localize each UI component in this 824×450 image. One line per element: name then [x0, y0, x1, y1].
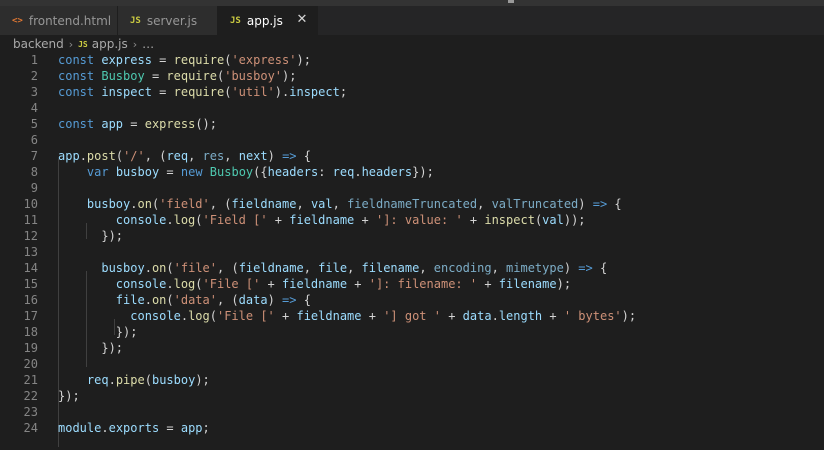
top-strip-notch: [508, 0, 514, 3]
breadcrumb-folder[interactable]: backend: [13, 37, 64, 51]
line-number: 21: [23, 373, 38, 387]
line-number: 16: [23, 293, 38, 307]
code-text[interactable]: });: [58, 340, 123, 356]
editor-tab-bar: <> frontend.html JS server.js JS app.js …: [0, 6, 824, 35]
line-number: 22: [23, 389, 38, 403]
code-line[interactable]: 7 app.post('/', (req, res, next) => {: [0, 148, 824, 164]
code-text[interactable]: file.on('data', (data) => {: [58, 292, 311, 308]
code-line[interactable]: 2 const Busboy = require('busboy');: [0, 68, 824, 84]
chevron-right-icon: ›: [68, 37, 74, 51]
line-number: 9: [30, 181, 38, 195]
code-text[interactable]: module.exports = app;: [58, 420, 210, 436]
code-text[interactable]: const express = require('express');: [58, 52, 311, 68]
code-line[interactable]: 11 console.log('Field [' + fieldname + '…: [0, 212, 824, 228]
code-line[interactable]: 24 module.exports = app;: [0, 420, 824, 436]
line-number: 5: [30, 117, 38, 131]
code-text[interactable]: var busboy = new Busboy({headers: req.he…: [58, 164, 434, 180]
js-file-icon: JS: [130, 15, 141, 26]
code-text[interactable]: busboy.on('field', (fieldname, val, fiel…: [58, 196, 622, 212]
breadcrumb-file[interactable]: app.js: [92, 37, 128, 51]
html-file-icon: <>: [12, 15, 23, 26]
code-editor-window: <> frontend.html JS server.js JS app.js …: [0, 0, 824, 450]
tab-label: server.js: [146, 13, 198, 28]
code-line[interactable]: 15 console.log('File [' + fieldname + ']…: [0, 276, 824, 292]
code-editor[interactable]: 1 const express = require('express'); 2 con…: [0, 52, 824, 450]
code-line[interactable]: 1 const express = require('express');: [0, 52, 824, 68]
tab-app-js[interactable]: JS app.js ✕: [218, 6, 318, 35]
code-line[interactable]: 3 const inspect = require('util').inspect…: [0, 84, 824, 100]
line-number: 17: [23, 309, 38, 323]
line-number: 23: [23, 405, 38, 419]
code-text[interactable]: console.log('File [' + fieldname + '] go…: [58, 308, 636, 324]
line-number: 8: [30, 165, 38, 179]
code-line[interactable]: 8 var busboy = new Busboy({headers: req.…: [0, 164, 824, 180]
code-line[interactable]: 22});: [0, 388, 824, 404]
breadcrumb: backend › JS app.js › …: [13, 36, 154, 52]
line-number: 13: [23, 245, 38, 259]
line-number: 1: [30, 53, 38, 67]
code-text[interactable]: console.log('File [' + fieldname + ']: f…: [58, 276, 571, 292]
code-text[interactable]: });: [58, 324, 138, 340]
line-number: 2: [30, 69, 38, 83]
js-file-icon: JS: [230, 15, 241, 26]
code-line[interactable]: 10 busboy.on('field', (fieldname, val, f…: [0, 196, 824, 212]
line-number: 10: [23, 197, 38, 211]
line-number: 6: [30, 133, 38, 147]
code-text[interactable]: app.post('/', (req, res, next) => {: [58, 148, 311, 164]
tab-frontend-html[interactable]: <> frontend.html: [0, 6, 118, 35]
code-line[interactable]: 12 });: [0, 228, 824, 244]
code-line[interactable]: 14 busboy.on('file', (fieldname, file, f…: [0, 260, 824, 276]
code-line[interactable]: 6: [0, 132, 824, 148]
code-line[interactable]: 19 });: [0, 340, 824, 356]
line-number: 7: [30, 149, 38, 163]
line-number: 18: [23, 325, 38, 339]
line-number: 20: [23, 357, 38, 371]
breadcrumb-symbol[interactable]: …: [142, 37, 154, 51]
close-icon[interactable]: ✕: [295, 13, 309, 27]
code-text[interactable]: busboy.on('file', (fieldname, file, file…: [58, 260, 607, 276]
line-number: 12: [23, 229, 38, 243]
tab-label: app.js: [246, 13, 283, 28]
code-text[interactable]: const Busboy = require('busboy');: [58, 68, 296, 84]
code-text[interactable]: console.log('Field [' + fieldname + ']: …: [58, 212, 586, 228]
line-number: 24: [23, 421, 38, 435]
code-line[interactable]: 20: [0, 356, 824, 372]
code-line[interactable]: 17 console.log('File [' + fieldname + ']…: [0, 308, 824, 324]
code-line[interactable]: 23: [0, 404, 824, 420]
tab-server-js[interactable]: JS server.js: [118, 6, 218, 35]
line-number: 15: [23, 277, 38, 291]
code-text[interactable]: const app = express();: [58, 116, 217, 132]
code-text[interactable]: });: [58, 388, 80, 404]
code-text[interactable]: req.pipe(busboy);: [58, 372, 210, 388]
line-number: 4: [30, 101, 38, 115]
chevron-right-icon: ›: [132, 37, 138, 51]
line-number: 14: [23, 261, 38, 275]
tab-label: frontend.html: [28, 13, 112, 28]
js-file-icon: JS: [78, 39, 88, 49]
code-line[interactable]: 4: [0, 100, 824, 116]
line-number: 11: [23, 213, 38, 227]
line-number: 3: [30, 85, 38, 99]
code-line[interactable]: 18 });: [0, 324, 824, 340]
code-text[interactable]: });: [58, 228, 123, 244]
code-line[interactable]: 5 const app = express();: [0, 116, 824, 132]
code-text[interactable]: const inspect = require('util').inspect;: [58, 84, 347, 100]
line-number: 19: [23, 341, 38, 355]
code-line[interactable]: 13: [0, 244, 824, 260]
code-line[interactable]: 21 req.pipe(busboy);: [0, 372, 824, 388]
code-line[interactable]: 16 file.on('data', (data) => {: [0, 292, 824, 308]
code-line[interactable]: 9: [0, 180, 824, 196]
